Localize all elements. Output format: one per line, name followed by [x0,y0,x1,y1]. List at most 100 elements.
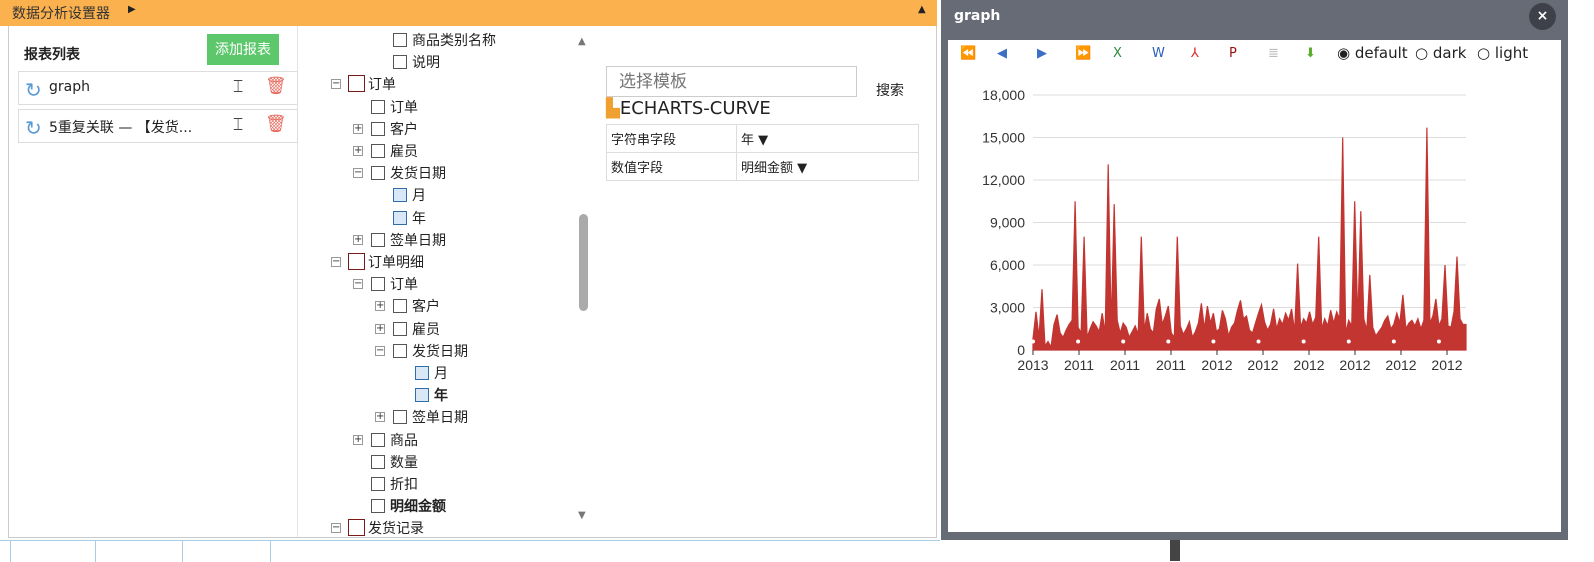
tree-node-label[interactable]: 明细金额 [390,496,446,516]
expand-node-icon[interactable]: + [375,412,385,423]
expand-node-icon[interactable]: + [375,323,385,334]
expand-node-icon[interactable]: + [375,301,385,312]
tree-node[interactable]: + 签单日期 [299,406,576,428]
tree-node[interactable]: + 雇员 [299,318,576,340]
tree-node-label[interactable]: 商品 [390,430,418,450]
tree-node[interactable]: 折扣 [299,473,576,495]
tree-node-label[interactable]: 发货记录 [368,518,424,537]
string-field-select[interactable]: 年 ▼ [736,124,919,153]
report-name[interactable]: 5重复关联 — 【发货... [49,117,192,137]
tree-node-label[interactable]: 发货日期 [390,163,446,183]
tree-node[interactable]: 订单 [299,96,576,118]
tree-node[interactable]: + 签单日期 [299,229,576,251]
next-page-icon[interactable]: ▶ [1037,46,1047,61]
expand-node-icon[interactable]: + [353,123,363,134]
tree-node[interactable]: 月 [299,184,576,206]
prev-page-icon[interactable]: ◀ [997,46,1007,61]
scrollbar-thumb[interactable] [579,214,588,311]
collapse-node-icon[interactable]: − [375,345,385,356]
collapse-node-icon[interactable]: − [353,168,363,179]
tree-node[interactable]: 年 [299,384,576,406]
radio-icon[interactable]: ○ [1415,44,1428,62]
tree-node-label[interactable]: 客户 [412,296,440,316]
tree-node[interactable]: 月 [299,362,576,384]
collapse-node-icon[interactable]: − [331,523,341,534]
print-icon[interactable]: P [1229,46,1237,61]
pdf-icon[interactable]: ⅄ [1191,46,1199,61]
value-field-select[interactable]: 明细金额 ▼ [736,152,919,181]
tree-node-label[interactable]: 签单日期 [412,407,468,427]
tree-node[interactable]: − 订单 [299,273,576,295]
field-label: 数值字段 [606,152,737,181]
tree-node-label[interactable]: 订单明细 [368,252,424,272]
last-page-icon[interactable]: ⏩ [1075,46,1091,61]
add-report-button[interactable]: 添加报表 [207,34,279,65]
expand-node-icon[interactable]: + [353,234,363,245]
tree-node-label[interactable]: 雇员 [412,319,440,339]
theme-radio-default[interactable]: ◉ default [1337,44,1408,62]
tree-node[interactable]: + 客户 [299,295,576,317]
rename-icon[interactable]: ⌶ [233,77,243,97]
theme-radio-light[interactable]: ○ light [1477,44,1528,62]
field-icon [371,121,385,136]
refresh-icon[interactable]: ↻ [25,116,42,140]
report-name[interactable]: graph [49,79,90,95]
tree-node[interactable]: 数量 [299,451,576,473]
collapse-icon[interactable]: ▲ [918,4,926,15]
field-icon [371,454,385,469]
tree-node-label[interactable]: 订单 [390,274,418,294]
tree-node-label[interactable]: 说明 [412,52,440,72]
delete-icon[interactable]: 🗑 [265,114,287,134]
echarts-icon: ▙ [606,98,620,119]
expand-node-icon[interactable]: + [353,146,363,156]
search-button[interactable]: 搜索 [876,80,904,100]
download-icon[interactable]: ⬇ [1305,46,1316,61]
report-item[interactable]: ↻ 5重复关联 — 【发货... ⌶ 🗑 [18,109,298,143]
expand-arrow-icon[interactable]: ▶ [128,4,136,15]
tree-node-label[interactable]: 订单 [368,74,396,94]
tree-node-label[interactable]: 商品类别名称 [412,30,496,50]
tree-node-label[interactable]: 雇员 [390,141,418,161]
tree-node-label[interactable]: 数量 [390,452,418,472]
excel-icon[interactable]: X [1113,46,1122,61]
radio-icon[interactable]: ◉ [1337,44,1350,62]
tree-node[interactable]: − 发货记录 [299,517,576,537]
tree-node[interactable]: + 客户 [299,118,576,140]
tree-node[interactable]: − 发货日期 [299,162,576,184]
tree-node[interactable]: 商品类别名称 [299,29,576,51]
tree-scrollbar[interactable]: ▲ ▼ [576,36,590,526]
close-button[interactable]: × [1529,3,1556,30]
tree-node-label[interactable]: 月 [412,185,426,205]
word-icon[interactable]: W [1152,46,1165,61]
radio-icon[interactable]: ○ [1477,44,1490,62]
tree-node-label[interactable]: 年 [434,385,448,405]
tree-node-label[interactable]: 月 [434,363,448,383]
rename-icon[interactable]: ⌶ [233,115,243,135]
tree-node[interactable]: 说明 [299,51,576,73]
collapse-node-icon[interactable]: − [353,279,363,290]
expand-node-icon[interactable]: + [353,434,363,445]
refresh-icon[interactable]: ↻ [25,78,42,102]
tree-node[interactable]: − 发货日期 [299,340,576,362]
first-page-icon[interactable]: ⏪ [960,46,976,61]
tree-node-label[interactable]: 客户 [390,119,418,139]
tree-node[interactable]: + 雇员 [299,140,576,162]
theme-radio-dark[interactable]: ○ dark [1415,44,1466,62]
tree-node[interactable]: − 订单 [299,73,576,95]
tree-node[interactable]: 明细金额 [299,495,576,517]
tree-node[interactable]: − 订单明细 [299,251,576,273]
data-point [1346,339,1351,344]
tree-node[interactable]: 年 [299,207,576,229]
tree-node-label[interactable]: 发货日期 [412,341,468,361]
document-icon[interactable]: ≣ [1268,46,1279,61]
report-item[interactable]: ↻ graph ⌶ 🗑 [18,71,298,105]
tree-node-label[interactable]: 折扣 [390,474,418,494]
tree-node-label[interactable]: 订单 [390,97,418,117]
tree-node-label[interactable]: 签单日期 [390,230,446,250]
tree-node-label[interactable]: 年 [412,208,426,228]
collapse-node-icon[interactable]: − [331,79,341,90]
delete-icon[interactable]: 🗑 [265,76,287,96]
template-select-input[interactable] [606,66,857,97]
tree-node[interactable]: + 商品 [299,429,576,451]
collapse-node-icon[interactable]: − [331,257,341,267]
